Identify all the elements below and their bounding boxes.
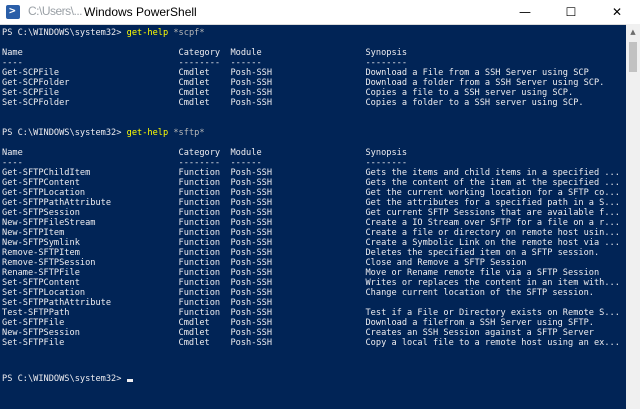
vertical-scrollbar[interactable]: ▲ [626, 24, 640, 409]
table-row: New-SFTPSymlink Function Posh-SSH Create… [2, 238, 620, 248]
table-row: Test-SFTPPath Function Posh-SSH Test if … [2, 308, 620, 318]
close-button[interactable]: ✕ [594, 0, 640, 24]
table-row: Rename-SFTPFile Function Posh-SSH Move o… [2, 268, 600, 278]
prompt-line-2: PS C:\WINDOWS\system32> get-help *sftp* [2, 128, 205, 138]
table-row: Get-SCPFolder Cmdlet Posh-SSH Download a… [2, 78, 605, 88]
command-argument: *sftp* [168, 128, 205, 138]
scroll-thumb[interactable] [629, 42, 637, 72]
title-bar[interactable]: C:\Users\... Windows PowerShell — ☐ ✕ [0, 0, 640, 25]
table-row: Get-SFTPSession Function Posh-SSH Get cu… [2, 208, 620, 218]
table-header-underline: ---- -------- ------ -------- [2, 58, 408, 68]
title-path-blurred: C:\Users\... [28, 4, 83, 18]
arrow-up-icon[interactable]: ▲ [626, 26, 640, 38]
prompt: PS C:\WINDOWS\system32> [2, 128, 127, 138]
table-row: Set-SCPFile Cmdlet Posh-SSH Copies a fil… [2, 88, 574, 98]
table-row: Set-SFTPFile Cmdlet Posh-SSH Copy a loca… [2, 338, 620, 348]
table-row: Get-SFTPPathAttribute Function Posh-SSH … [2, 198, 620, 208]
table-row: Set-SCPFolder Cmdlet Posh-SSH Copies a f… [2, 98, 584, 108]
prompt-line-1: PS C:\WINDOWS\system32> get-help *scpf* [2, 28, 205, 38]
table-row: Remove-SFTPSession Function Posh-SSH Clo… [2, 258, 527, 268]
table-header: Name Category Module Synopsis [2, 48, 408, 58]
command: get-help [126, 28, 169, 38]
console-output[interactable]: PS C:\WINDOWS\system32> get-help *scpf* … [0, 24, 626, 409]
table-row: New-SFTPFileStream Function Posh-SSH Cre… [2, 218, 620, 228]
table-header-underline: ---- -------- ------ -------- [2, 158, 408, 168]
window-title: Windows PowerShell [84, 5, 197, 19]
table-row: Get-SFTPLocation Function Posh-SSH Get t… [2, 188, 620, 198]
prompt: PS C:\WINDOWS\system32> [2, 28, 127, 38]
table-header: Name Category Module Synopsis [2, 148, 408, 158]
text-cursor [126, 379, 133, 382]
table-row: Get-SFTPChildItem Function Posh-SSH Gets… [2, 168, 620, 178]
prompt-line-3[interactable]: PS C:\WINDOWS\system32> [2, 374, 133, 384]
table-row: New-SFTPItem Function Posh-SSH Create a … [2, 228, 620, 238]
table-row: Get-SFTPFile Cmdlet Posh-SSH Download a … [2, 318, 594, 328]
prompt: PS C:\WINDOWS\system32> [2, 374, 127, 384]
maximize-button[interactable]: ☐ [548, 0, 594, 24]
table-row: Get-SFTPContent Function Posh-SSH Gets t… [2, 178, 620, 188]
table-row: Set-SFTPLocation Function Posh-SSH Chang… [2, 288, 594, 298]
powershell-icon[interactable] [6, 4, 20, 19]
command: get-help [126, 128, 169, 138]
command-argument: *scpf* [168, 28, 205, 38]
table-row: Set-SFTPPathAttribute Function Posh-SSH [2, 298, 273, 308]
table-row: Remove-SFTPItem Function Posh-SSH Delete… [2, 248, 600, 258]
minimize-button[interactable]: — [502, 0, 548, 24]
table-row: Get-SCPFile Cmdlet Posh-SSH Download a F… [2, 68, 589, 78]
powershell-window: C:\Users\... Windows PowerShell — ☐ ✕ PS… [0, 0, 640, 409]
table-row: Set-SFTPContent Function Posh-SSH Writes… [2, 278, 620, 288]
table-row: New-SFTPSession Cmdlet Posh-SSH Creates … [2, 328, 594, 338]
